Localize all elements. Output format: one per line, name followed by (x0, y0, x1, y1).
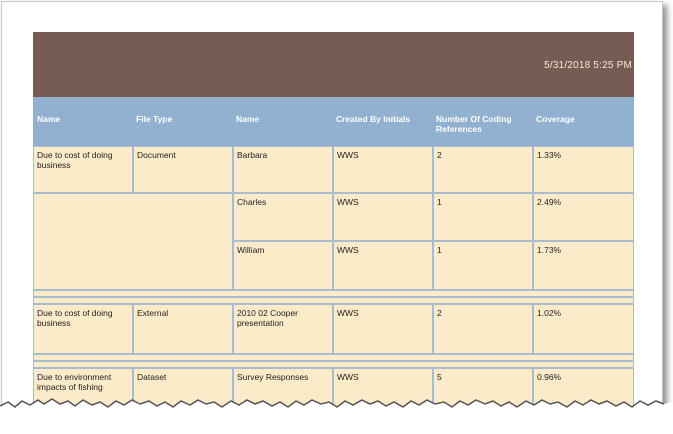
table-cell-initials: WWS (333, 193, 433, 241)
table-cell-file-type: Document (133, 146, 233, 193)
report-banner: 5/31/2018 5:25 PM (33, 32, 634, 97)
header-source-name: Name (37, 114, 61, 124)
table-cell-file-type: External (133, 304, 233, 354)
group-spacer (33, 297, 634, 304)
table-cell-coverage: 1.33% (533, 146, 634, 193)
table-cell-initials: WWS (333, 146, 433, 193)
table-cell-refs: 2 (433, 146, 533, 193)
table-cell-name: 2010 02 Cooper presentation (233, 304, 333, 354)
table-cell-name: William (233, 241, 333, 290)
table-cell-name: Barbara (233, 146, 333, 193)
report-timestamp: 5/31/2018 5:25 PM (544, 60, 632, 71)
group-spacer (33, 354, 634, 361)
torn-edge-decoration (0, 398, 673, 434)
table-cell-refs: 1 (433, 241, 533, 290)
header-coding-references: Number Of Coding References (436, 114, 512, 134)
header-coverage: Coverage (536, 114, 575, 124)
table-cell-initials: WWS (333, 304, 433, 354)
table-cell-refs: 2 (433, 304, 533, 354)
table-cell-coverage: 2.49% (533, 193, 634, 241)
group-spacer (33, 290, 634, 297)
table-cell-coverage: 1.02% (533, 304, 634, 354)
header-file-type: File Type (136, 114, 173, 124)
table-cell-coverage: 1.73% (533, 241, 634, 290)
table-cell-source-name: Due to cost of doing business (33, 304, 133, 354)
table-cell-source-name: Due to cost of doing business (33, 146, 133, 193)
header-created-by-initials: Created By Initials (336, 114, 411, 124)
table-cell-empty (33, 193, 233, 290)
header-name: Name (236, 114, 260, 124)
group-spacer (33, 361, 634, 368)
table-header: Name File Type Name Created By Initials … (33, 97, 634, 146)
table-cell-name: Charles (233, 193, 333, 241)
report-page: 5/31/2018 5:25 PM Name File Type Name Cr… (1, 1, 663, 428)
table-cell-refs: 1 (433, 193, 533, 241)
table-cell-initials: WWS (333, 241, 433, 290)
